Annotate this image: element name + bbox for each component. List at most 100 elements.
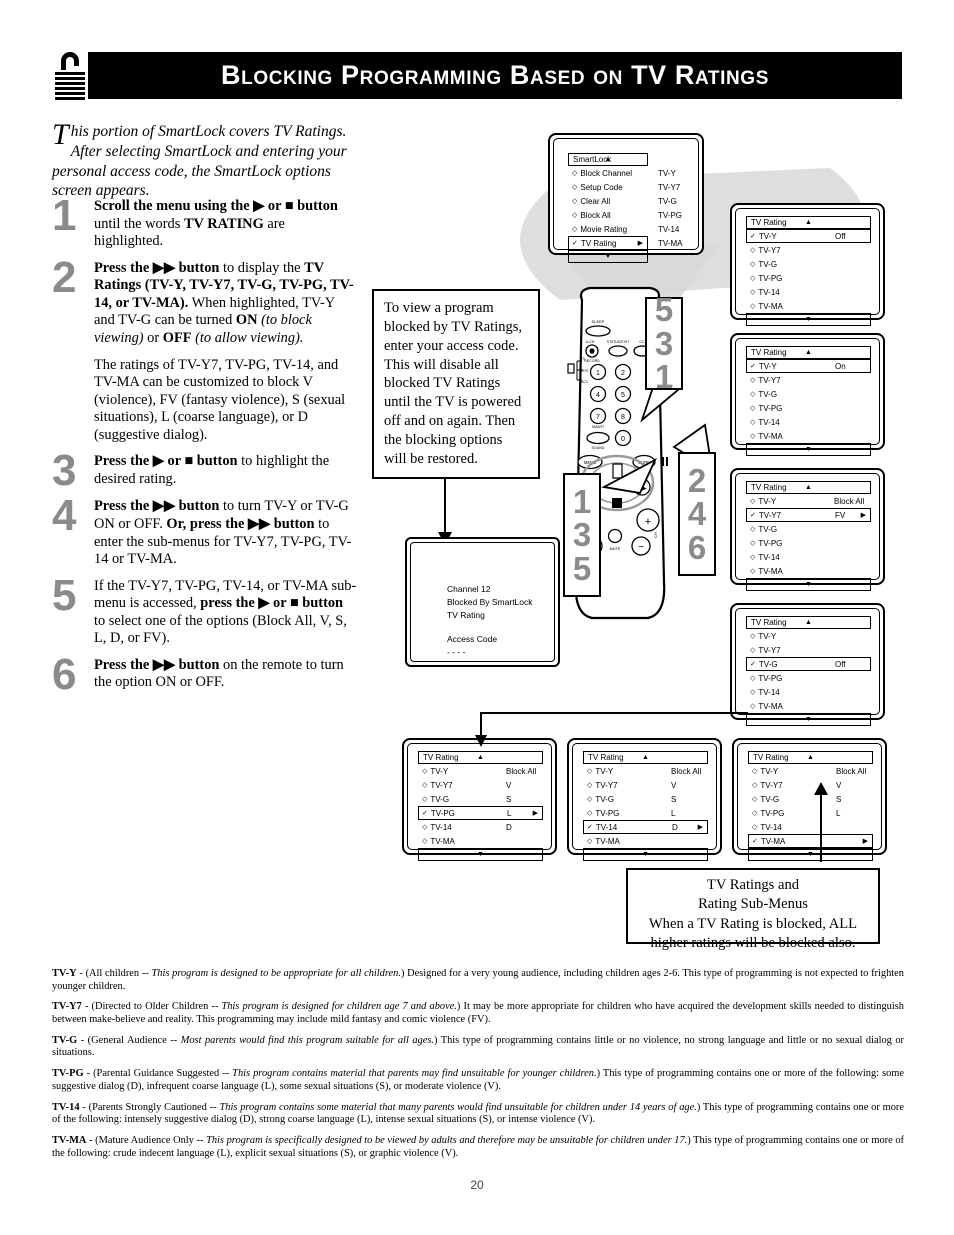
osd-row-label: TV-G	[758, 259, 778, 269]
osd-row-tv-14[interactable]: ◇ TV-14 D	[418, 820, 543, 834]
osd-row-tv-y[interactable]: ◇ TV-Y Block All	[748, 764, 873, 778]
osd-row-label: Movie Rating	[580, 224, 628, 234]
menu-tvy-off: TV Rating ▲ ✓ TV-Y Off ◇ TV-Y7 ◇ TV-G ◇ TV-PG ◇ TV-1…	[746, 216, 871, 326]
osd-row-value: D	[506, 822, 512, 832]
osd-row-label: TV-G	[758, 389, 778, 399]
osd-row-tv-y[interactable]: ✓ TV-Y On	[746, 359, 871, 373]
scroll-down-icon[interactable]: ▼	[418, 848, 543, 861]
osd-row-tv-g[interactable]: ◇ TV-G S	[748, 792, 873, 806]
osd-row-tv-y7[interactable]: ✓ TV-Y7 ▶ FV	[746, 508, 871, 522]
osd-row-setup code[interactable]: ◇ Setup Code	[568, 180, 648, 194]
submenu-arrow-icon[interactable]: ▶	[533, 809, 538, 817]
osd-row-tv-y7[interactable]: ◇ TV-Y7 V	[583, 778, 708, 792]
osd-row-tv-pg[interactable]: ◇ TV-PG	[746, 401, 871, 415]
diamond-bullet-icon: ◇	[422, 824, 428, 831]
scroll-down-icon[interactable]: ▼	[568, 250, 648, 263]
submenu-arrow-icon[interactable]: ▶	[861, 511, 866, 519]
osd-row-value: Block All	[506, 766, 537, 776]
osd-row-label: TV Rating	[580, 238, 617, 248]
osd-row-tv-g[interactable]: ◇ TV-G S	[418, 792, 543, 806]
osd-row-tv-y7[interactable]: ◇ TV-Y7 V	[418, 778, 543, 792]
osd-row-tv-ma[interactable]: ◇ TV-MA	[418, 834, 543, 848]
scroll-up-icon[interactable]: ▲	[642, 754, 649, 761]
scroll-up-icon[interactable]: ▲	[477, 754, 484, 761]
scroll-down-icon[interactable]: ▼	[583, 848, 708, 861]
osd-row-tv-y7[interactable]: ◇ TV-Y7	[746, 643, 871, 657]
arrow-shaft-note-to-tv	[444, 479, 446, 537]
callout-step-number: 4	[687, 495, 707, 533]
osd-row-tv-ma[interactable]: ◇ TV-MA	[746, 299, 871, 313]
osd-row-label: TV-14	[758, 417, 780, 427]
osd-row-tv-14[interactable]: ◇ TV-14	[746, 550, 871, 564]
osd-row-label: TV-14	[758, 552, 780, 562]
check-icon: ✓	[750, 233, 756, 240]
osd-row-tv rating[interactable]: ✓ TV Rating ▶	[568, 236, 648, 250]
scroll-down-icon[interactable]: ▼	[746, 313, 871, 326]
osd-row-value: L	[836, 808, 841, 818]
osd-row-clear all[interactable]: ◇ Clear All	[568, 194, 648, 208]
osd-row-tv-ma[interactable]: ✓ TV-MA ▶	[748, 834, 873, 848]
osd-row-movie rating[interactable]: ◇ Movie Rating	[568, 222, 648, 236]
scroll-down-icon[interactable]: ▼	[746, 713, 871, 726]
scroll-up-icon[interactable]: ▲	[605, 156, 612, 163]
osd-row-value: S	[836, 794, 842, 804]
submenu-arrow-icon[interactable]: ▶	[638, 239, 643, 247]
osd-row-label: Block All	[580, 210, 611, 220]
osd-row-tv-pg[interactable]: ◇ TV-PG L	[583, 806, 708, 820]
osd-row-tv-y7[interactable]: ◇ TV-Y7 V	[748, 778, 873, 792]
osd-row-tv-y[interactable]: ◇ TV-Y Block All	[746, 494, 871, 508]
diamond-bullet-icon: ◇	[750, 275, 756, 282]
osd-row-tv-g[interactable]: ◇ TV-G	[746, 387, 871, 401]
osd-row-tv-pg[interactable]: ◇ TV-PG L	[748, 806, 873, 820]
check-icon: ✓	[752, 838, 758, 845]
osd-row-tv-pg[interactable]: ✓ TV-PG ▶ L	[418, 806, 543, 820]
osd-row-tv-g[interactable]: ◇ TV-G	[746, 522, 871, 536]
osd-row-tv-14[interactable]: ◇ TV-14	[746, 685, 871, 699]
tv-screen-text: Channel 12 Blocked By SmartLock TV Ratin…	[447, 583, 533, 659]
scroll-up-icon[interactable]: ▲	[805, 219, 812, 226]
osd-row-tv-y[interactable]: ◇ TV-Y Block All	[583, 764, 708, 778]
osd-row-tv-ma[interactable]: ◇ TV-MA	[746, 429, 871, 443]
scroll-up-icon[interactable]: ▲	[805, 349, 812, 356]
osd-row-tv-g[interactable]: ◇ TV-G	[746, 257, 871, 271]
scroll-up-icon[interactable]: ▲	[807, 754, 814, 761]
scroll-up-icon[interactable]: ▲	[805, 619, 812, 626]
scroll-down-icon[interactable]: ▼	[748, 848, 873, 861]
osd-row-tv-g[interactable]: ◇ TV-G S	[583, 792, 708, 806]
osd-row-tv-ma[interactable]: ◇ TV-MA	[746, 699, 871, 713]
osd-row-tv-y7[interactable]: ◇ TV-Y7	[746, 243, 871, 257]
osd-row-block channel[interactable]: ◇ Block Channel	[568, 166, 648, 180]
osd-row-tv-pg[interactable]: ◇ TV-PG	[746, 671, 871, 685]
smartlock-rating-label: TV-G	[658, 196, 677, 206]
osd-row-value: FV	[835, 510, 846, 520]
osd-row-tv-y[interactable]: ◇ TV-Y Block All	[418, 764, 543, 778]
osd-row-block all[interactable]: ◇ Block All	[568, 208, 648, 222]
osd-row-tv-ma[interactable]: ◇ TV-MA	[746, 564, 871, 578]
scroll-down-icon[interactable]: ▼	[746, 578, 871, 591]
osd-row-tv-14[interactable]: ◇ TV-14	[748, 820, 873, 834]
callout-step-number: 1	[654, 358, 674, 396]
definition-tv-y: TV-Y - (All children -- This program is …	[52, 968, 904, 992]
osd-row-tv-14[interactable]: ✓ TV-14 ▶ D	[583, 820, 708, 834]
scroll-up-icon[interactable]: ▲	[805, 484, 812, 491]
rating-menu-box-2: TV Rating ▲ ✓ TV-Y On ◇ TV-Y7 ◇ TV-G ◇ TV-PG ◇ TV-14…	[730, 333, 885, 456]
submenu-arrow-icon[interactable]: ▶	[698, 823, 703, 831]
osd-row-value: D	[672, 822, 678, 832]
osd-row-tv-y[interactable]: ✓ TV-Y Off	[746, 229, 871, 243]
scroll-down-icon[interactable]: ▼	[746, 443, 871, 456]
osd-row-tv-y[interactable]: ◇ TV-Y	[746, 629, 871, 643]
osd-row-tv-y7[interactable]: ◇ TV-Y7	[746, 373, 871, 387]
osd-row-label: TV-PG	[595, 808, 620, 818]
osd-row-tv-14[interactable]: ◇ TV-14	[746, 285, 871, 299]
osd-row-tv-pg[interactable]: ◇ TV-PG	[746, 536, 871, 550]
smartlock-rating-label: TV-MA	[658, 238, 683, 248]
osd-title-label: TV Rating	[588, 753, 624, 762]
osd-row-value: Off	[835, 659, 846, 669]
osd-row-tv-14[interactable]: ◇ TV-14	[746, 415, 871, 429]
osd-row-label: TV-Y7	[758, 510, 782, 520]
diamond-bullet-icon: ◇	[752, 782, 758, 789]
submenu-arrow-icon[interactable]: ▶	[863, 837, 868, 845]
osd-row-tv-ma[interactable]: ◇ TV-MA	[583, 834, 708, 848]
osd-row-tv-g[interactable]: ✓ TV-G Off	[746, 657, 871, 671]
osd-row-tv-pg[interactable]: ◇ TV-PG	[746, 271, 871, 285]
